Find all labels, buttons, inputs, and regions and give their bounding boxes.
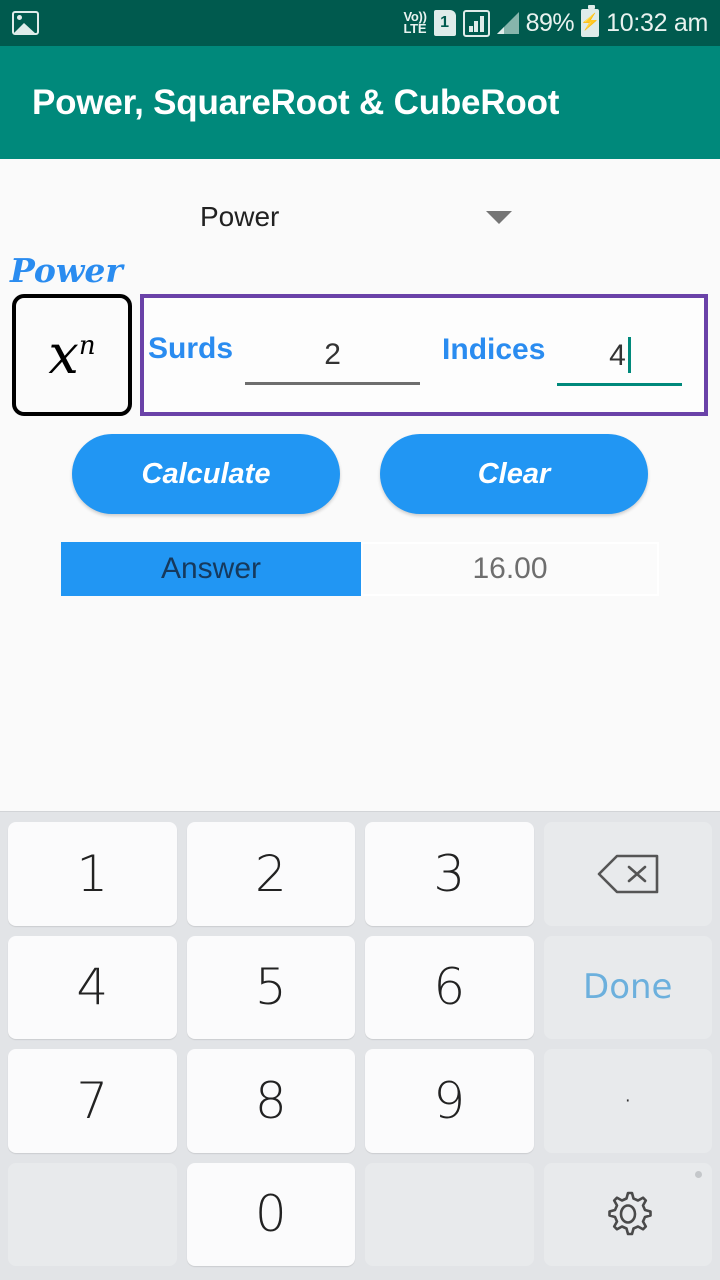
surds-group: Surds 2 [148,331,421,385]
answer-label: Answer [160,552,262,585]
keyboard-row: 0 [8,1162,712,1266]
numeric-keyboard: 1 2 3 4 5 6 Done 7 8 9 · 0 [0,811,720,1280]
key-7[interactable]: 7 [8,1049,177,1153]
fields-container: Surds 2 Indices 4 [140,294,708,416]
sim-card-icon: 1 [433,10,456,36]
mode-spinner-row: Power [0,159,720,233]
battery-percent-label: 89% [525,8,575,37]
indices-value: 4 [609,338,626,372]
indices-input[interactable]: 4 [557,336,683,386]
settings-badge-dot [695,1170,702,1178]
blank-key-right [365,1162,534,1266]
keyboard-row: 123 [8,822,712,926]
status-bar-clock: 10:32 am [606,8,708,37]
done-key[interactable]: Done [543,935,712,1039]
power-formula-icon: xn [12,294,132,416]
input-row: xn Surds 2 Indices 4 [0,294,720,416]
formula-exponent: n [78,331,96,361]
key-2[interactable]: 2 [186,822,355,926]
blank-key-left [8,1162,177,1266]
mode-spinner[interactable]: Power [200,201,520,233]
formula-glyph: xn [48,328,95,382]
signal-bars-icon [496,12,519,34]
bolt-glyph: ⚡ [580,14,601,31]
answer-row: Answer 16.00 [61,542,659,596]
chevron-down-icon [486,210,512,224]
key-5[interactable]: 5 [186,935,355,1039]
page-title: Power, SquareRoot & CubeRoot [32,82,560,122]
formula-base: x [48,323,79,386]
backspace-key[interactable] [543,822,712,926]
decimal-key[interactable]: · [543,1049,712,1153]
surds-input[interactable]: 2 [245,337,421,385]
key-3[interactable]: 3 [365,822,534,926]
main-content: Power Power xn Surds 2 Indices 4 Calcula… [0,159,720,811]
app-bar: Power, SquareRoot & CubeRoot [0,46,720,159]
volte-icon: Vo)) LTE [403,9,427,36]
clear-button[interactable]: Clear [380,434,648,514]
keyboard-row: 7 8 9 · [8,1049,712,1153]
status-bar-right: Vo)) LTE 1 89% ⚡ 10:32 am [403,5,708,38]
indices-group: Indices 4 [442,331,683,386]
key-1[interactable]: 1 [8,822,177,926]
gallery-image-icon [12,11,39,35]
volte-line-2: LTE [403,21,427,36]
text-cursor [627,336,631,373]
keyboard-row: 4 5 6 Done [8,935,712,1039]
key-0[interactable]: 0 [186,1162,355,1266]
surds-label: Surds [148,331,234,365]
indices-label: Indices [442,332,546,366]
key-8[interactable]: 8 [186,1049,355,1153]
surds-value: 2 [324,337,341,371]
signal-bars-boxed-icon [462,9,490,37]
action-button-row: Calculate Clear [0,416,720,514]
key-9[interactable]: 9 [365,1049,534,1153]
settings-key[interactable] [543,1162,712,1266]
gear-icon [607,1191,652,1236]
key-6[interactable]: 6 [365,935,534,1039]
backspace-icon [597,854,659,894]
calculate-button[interactable]: Calculate [72,434,340,514]
key-4[interactable]: 4 [8,935,177,1039]
status-bar: Vo)) LTE 1 89% ⚡ 10:32 am [0,0,720,46]
status-bar-left [12,11,39,35]
mode-spinner-value: Power [200,201,280,232]
section-caption: Power [10,251,123,290]
battery-charging-icon: ⚡ [580,5,601,37]
answer-value: 16.00 [361,542,659,596]
